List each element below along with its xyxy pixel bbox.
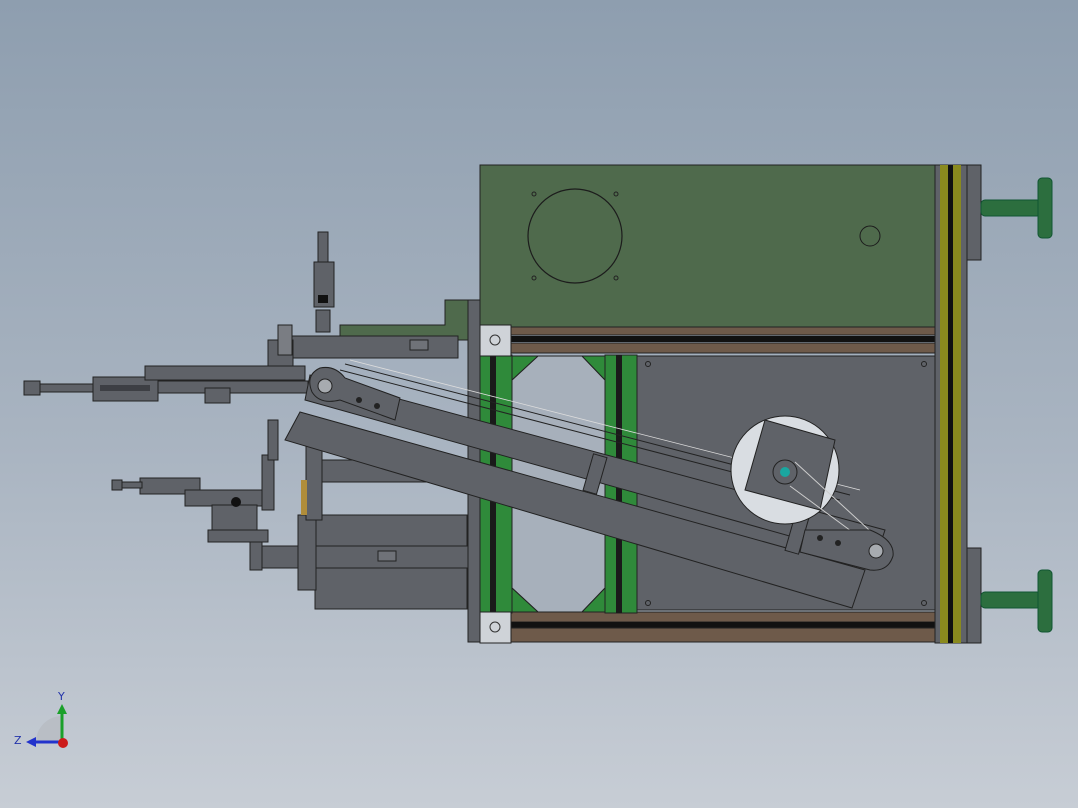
foot-rod-bottom	[980, 591, 1042, 609]
pivot-hole	[835, 540, 841, 546]
small-cylinder-nut	[111, 479, 123, 491]
green-support-bracket	[339, 299, 469, 341]
y-axis-label: Y	[57, 690, 65, 703]
foot-rod-top	[980, 199, 1042, 217]
horizontal-cylinder-rear-nut	[23, 380, 41, 396]
gripper-jaw	[207, 529, 269, 543]
lower-shaft	[257, 545, 469, 569]
link-arm-vertical	[261, 454, 275, 511]
slot-detail	[301, 480, 307, 515]
lower-bracket	[249, 539, 263, 571]
cylinder-port	[100, 385, 150, 391]
horizontal-linkage	[157, 380, 309, 394]
corner-block-top	[479, 324, 512, 357]
gripper-pin	[231, 497, 241, 507]
tail-pivot	[317, 378, 333, 394]
upper-rail-slot	[510, 336, 935, 342]
horizontal-cylinder-rod	[39, 383, 96, 393]
upper-feeder-assembly	[23, 231, 469, 404]
lower-post	[297, 514, 317, 591]
pivot-hole	[356, 397, 362, 403]
right-endcap-bottom	[966, 547, 982, 644]
pivot-hole	[817, 535, 823, 541]
olive-stripe	[953, 165, 961, 643]
foot-pad-top	[1037, 177, 1053, 239]
shaft-key	[377, 550, 397, 562]
foot-pad-bottom	[1037, 569, 1053, 633]
pivot-hole	[374, 403, 380, 409]
right-endcap-top	[966, 164, 982, 261]
triad-sphere-arc	[36, 716, 62, 742]
black-stripe	[948, 165, 953, 643]
lower-rail-slot	[510, 622, 935, 628]
small-cylinder-rod	[121, 481, 143, 489]
cad-viewport[interactable]: Y Z	[0, 0, 1078, 808]
y-arrowhead	[57, 704, 67, 714]
coordinate-triad[interactable]: Y Z	[14, 690, 68, 748]
x-axis-origin	[58, 738, 68, 748]
gripper-body	[211, 504, 258, 531]
z-arrowhead	[26, 737, 36, 747]
link-arm-upper	[267, 419, 279, 461]
gripper-arm	[184, 489, 266, 507]
lower-rail	[509, 611, 936, 623]
motor-shaft-center	[780, 467, 790, 477]
upper-rail	[509, 326, 936, 336]
z-axis-label: Z	[14, 734, 22, 747]
lower-rail-lower	[509, 627, 936, 643]
cylinder-port	[318, 295, 328, 303]
linkage-block	[204, 387, 231, 404]
corner-block-bottom	[479, 611, 512, 644]
upper-shaft	[289, 335, 459, 359]
upper-clamp	[277, 324, 293, 356]
upper-rail-lower	[509, 342, 936, 354]
horizontal-slide	[144, 365, 306, 381]
olive-stripe	[940, 165, 948, 643]
vertical-cylinder-nozzle	[315, 309, 331, 333]
head-pivot	[868, 543, 884, 559]
middle-post	[305, 439, 323, 521]
shaft-key	[409, 339, 429, 351]
vertical-cylinder-rod	[317, 231, 329, 263]
